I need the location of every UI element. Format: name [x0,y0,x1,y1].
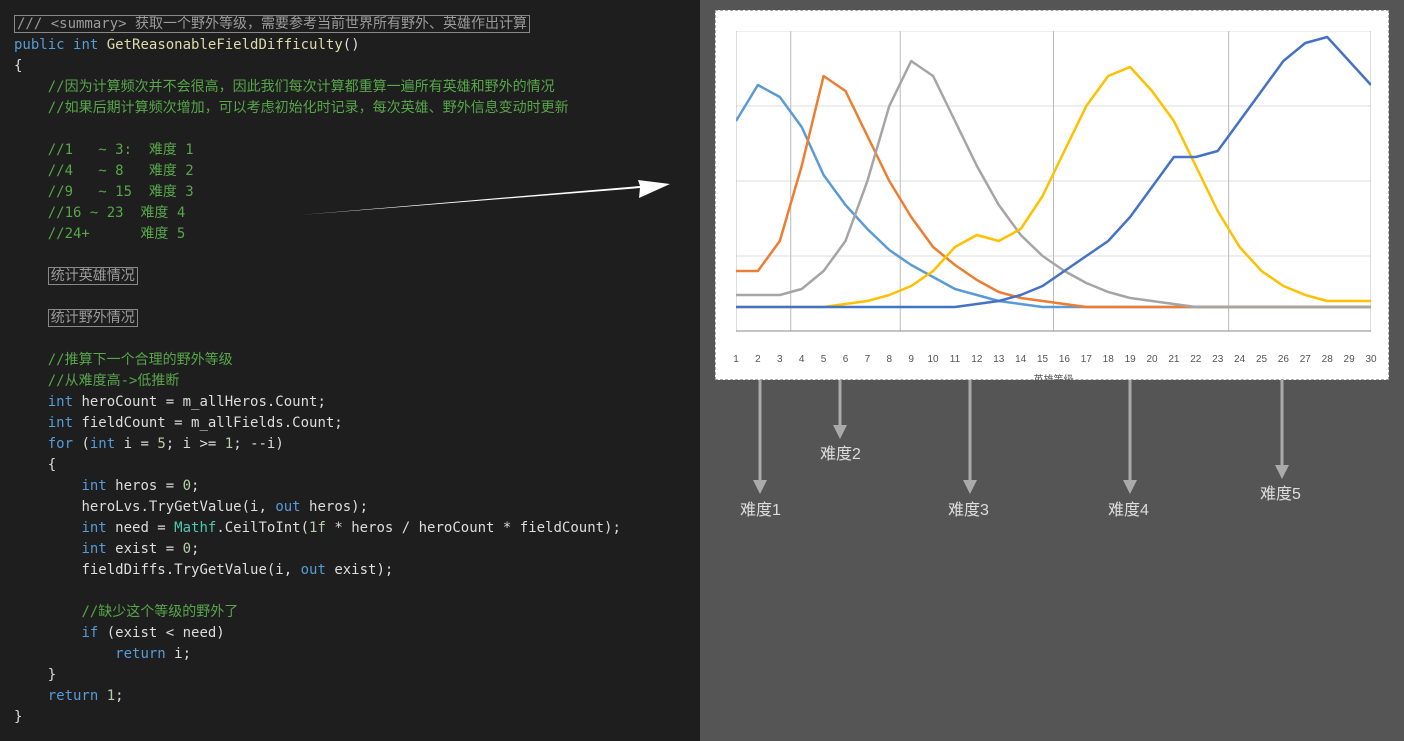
kw-int: int [73,37,98,53]
x-tick: 19 [1125,354,1136,365]
x-tick: 17 [1081,354,1092,365]
comment: //因为计算频次并不会很高，因此我们每次计算都重算一遍所有英雄和野外的情况 [48,79,555,95]
x-tick: 24 [1234,354,1245,365]
x-tick: 5 [821,354,827,365]
x-axis-label: 英雄等级 [736,371,1371,386]
x-tick: 11 [950,354,960,365]
x-tick: 1 [733,354,739,365]
comment: //缺少这个等级的野外了 [81,604,238,620]
comment: //16 ~ 23 难度 4 [48,205,186,221]
x-tick: 28 [1322,354,1333,365]
x-tick: 16 [1059,354,1070,365]
x-tick: 2 [755,354,761,365]
comment: //从难度高->低推断 [48,373,180,389]
x-tick: 30 [1365,354,1376,365]
comment: //如果后期计算频次增加，可以考虑初始化时记录，每次英雄、野外信息变动时更新 [48,100,569,116]
x-tick: 21 [1168,354,1179,365]
xml-summary: /// <summary> 获取一个野外等级，需要参考当前世界所有野外、英雄作出… [14,15,530,33]
x-tick: 6 [843,354,849,365]
x-tick: 3 [777,354,783,365]
label-difficulty-2: 难度2 [820,440,861,464]
x-tick: 4 [799,354,805,365]
x-tick: 13 [993,354,1004,365]
line-chart: 1234567891011121314151617181920212223242… [736,31,1371,351]
collapsed-region: 统计英雄情况 [48,267,138,285]
x-tick: 18 [1103,354,1114,365]
x-tick: 23 [1212,354,1223,365]
x-tick: 20 [1146,354,1157,365]
method-name: GetReasonableFieldDifficulty [107,37,343,53]
x-tick: 7 [865,354,871,365]
collapsed-region: 统计野外情况 [48,309,138,327]
comment: //4 ~ 8 难度 2 [48,163,194,179]
chart-container: 1234567891011121314151617181920212223242… [715,10,1389,380]
label-difficulty-5: 难度5 [1260,480,1301,504]
x-tick: 14 [1015,354,1026,365]
x-tick: 22 [1190,354,1201,365]
x-tick: 27 [1300,354,1311,365]
comment: //1 ~ 3: 难度 1 [48,142,194,158]
x-tick: 25 [1256,354,1267,365]
comment: //9 ~ 15 难度 3 [48,184,194,200]
label-difficulty-1: 难度1 [740,496,781,520]
x-tick: 15 [1037,354,1048,365]
x-tick: 9 [908,354,914,365]
x-tick: 12 [971,354,982,365]
label-difficulty-3: 难度3 [948,496,989,520]
kw-public: public [14,37,65,53]
chart-pane: 1234567891011121314151617181920212223242… [700,0,1404,741]
label-difficulty-4: 难度4 [1108,496,1149,520]
comment: //24+ 难度 5 [48,226,186,242]
comment: //推算下一个合理的野外等级 [48,352,233,368]
x-tick: 8 [886,354,892,365]
x-tick: 10 [928,354,939,365]
x-tick: 26 [1278,354,1289,365]
x-tick: 29 [1344,354,1355,365]
code-pane: /// <summary> 获取一个野外等级，需要参考当前世界所有野外、英雄作出… [0,0,700,741]
